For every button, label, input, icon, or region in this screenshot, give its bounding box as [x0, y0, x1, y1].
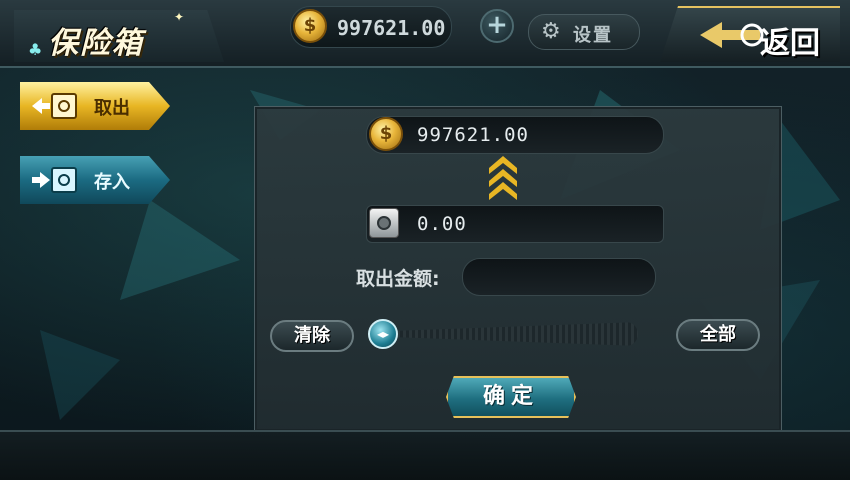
page-title: 保险箱	[48, 26, 144, 61]
gear-icon: ⚙	[541, 19, 561, 44]
settings-button[interactable]: ⚙ 设置	[528, 14, 640, 50]
confirm-button[interactable]: 确定	[446, 376, 576, 418]
tab-deposit-label: 存入	[94, 172, 130, 193]
bottom-bar	[0, 430, 850, 480]
withdraw-amount-input[interactable]	[462, 258, 656, 296]
coin-balance-bar: $ 997621.00	[290, 6, 452, 48]
transfer-up-arrow-icon	[489, 156, 517, 200]
coin-balance: 997621.00	[337, 16, 446, 40]
sparkle-icon: ✦	[174, 10, 185, 24]
back-label: 返回	[760, 26, 820, 61]
clear-button[interactable]: 清除	[270, 320, 354, 352]
tab-withdraw-label: 取出	[94, 98, 130, 119]
settings-label: 设置	[573, 25, 613, 46]
gold-coin-icon: $	[369, 117, 403, 151]
safe-balance-field: 0.00	[366, 205, 664, 243]
safe-balance-value: 0.00	[417, 213, 467, 235]
tab-deposit[interactable]: 存入	[20, 156, 170, 204]
tab-withdraw[interactable]: 取出	[20, 82, 170, 130]
safe-deposit-icon	[32, 167, 77, 193]
safe-icon	[369, 208, 399, 238]
top-bar: ♣ 保险箱 ✦ $ 997621.00 + ⚙ 设置 返回	[0, 0, 850, 68]
withdraw-amount-label: 取出金额:	[356, 268, 440, 290]
clover-icon: ♣	[28, 40, 43, 59]
add-coins-button[interactable]: +	[480, 9, 514, 43]
title-area: ♣ 保险箱 ✦	[14, 6, 224, 62]
carried-coins-value: 997621.00	[417, 124, 529, 146]
safe-withdraw-icon	[32, 93, 77, 119]
all-button[interactable]: 全部	[676, 319, 760, 351]
back-button[interactable]: 返回	[660, 6, 840, 62]
carried-coins-field: $ 997621.00	[366, 116, 664, 154]
amount-slider-knob[interactable]: ◂▸	[368, 319, 398, 349]
gold-coin-icon: $	[293, 9, 327, 43]
